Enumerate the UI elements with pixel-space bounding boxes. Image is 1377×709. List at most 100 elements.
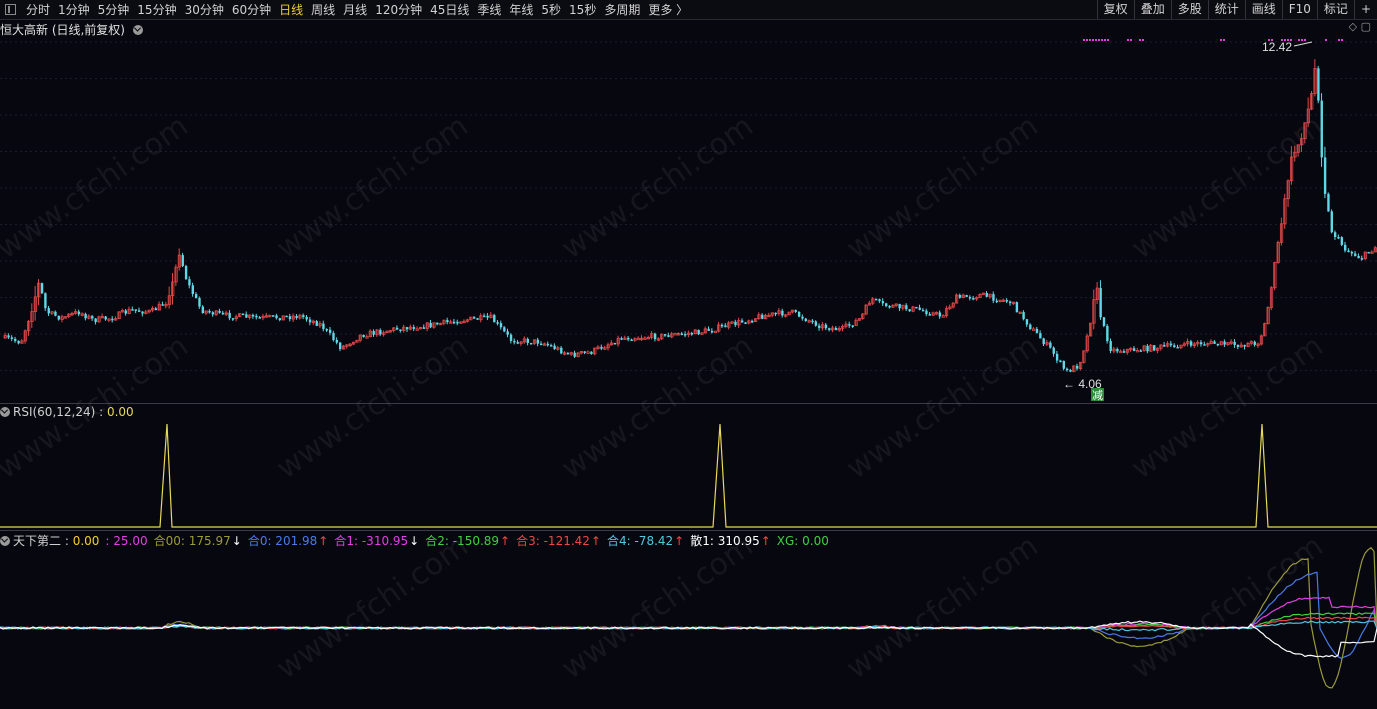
period-tab-1[interactable]: 1分钟 <box>54 1 94 18</box>
candle-body <box>1039 333 1042 339</box>
panel-toggle-icon[interactable] <box>5 4 16 15</box>
candle-body <box>325 329 328 331</box>
toolbar-button-6[interactable]: 标记 <box>1316 0 1354 19</box>
candle-body <box>550 345 553 347</box>
period-tab-2[interactable]: 5分钟 <box>94 1 134 18</box>
candle-body <box>499 323 503 328</box>
candle-body <box>794 310 797 312</box>
toolbar-button-5[interactable]: F10 <box>1281 0 1317 19</box>
candle-body <box>1344 244 1347 251</box>
chevron-down-icon[interactable] <box>0 536 10 546</box>
candle-body <box>1052 347 1055 354</box>
period-tab-7[interactable]: 周线 <box>307 1 339 18</box>
series-he0-line <box>0 571 1377 659</box>
candle-body <box>503 327 506 332</box>
signal-dot <box>1281 39 1283 41</box>
candle-body <box>322 323 325 330</box>
candle-body <box>1022 312 1025 320</box>
right-toolbar: 复权 叠加 多股 统计 画线 F10 标记 + <box>1096 0 1377 19</box>
candle-body <box>1337 236 1340 239</box>
signal-dot <box>1287 39 1289 41</box>
signal-dot <box>1142 39 1144 41</box>
period-tab-3[interactable]: 15分钟 <box>133 1 180 18</box>
candle-body <box>814 321 818 326</box>
candle-body <box>1049 342 1052 348</box>
candle-body <box>1122 351 1126 353</box>
chevron-down-icon[interactable] <box>132 25 143 35</box>
candle-body <box>131 309 134 311</box>
indicator-chart[interactable] <box>0 531 1377 709</box>
candle-body <box>181 255 184 267</box>
candle-body <box>231 318 235 320</box>
period-tab-6[interactable]: 日线 <box>275 1 307 18</box>
candle-body <box>208 310 211 313</box>
period-tab-11[interactable]: 季线 <box>473 1 505 18</box>
period-tab-15[interactable]: 多周期 <box>600 1 644 18</box>
candle-body <box>1132 348 1136 351</box>
toolbar-button-0[interactable]: 复权 <box>1096 0 1134 19</box>
period-tab-4[interactable]: 30分钟 <box>181 1 228 18</box>
candle-body <box>1032 328 1036 331</box>
candle-body <box>915 306 918 309</box>
candle-body <box>1109 341 1112 351</box>
period-tab-14[interactable]: 15秒 <box>565 1 600 18</box>
candle-body <box>941 315 945 318</box>
indicator-name: 天下第二 <box>13 534 62 548</box>
rsi-panel[interactable]: RSI(60,12,24) : 0.00 <box>0 403 1377 530</box>
period-tab-0[interactable]: 分时 <box>22 1 54 18</box>
signal-dot <box>1271 39 1273 41</box>
signal-dot <box>1301 39 1303 41</box>
candle-body <box>824 324 828 329</box>
candle-body <box>1059 360 1062 363</box>
toolbar-button-4[interactable]: 画线 <box>1244 0 1282 19</box>
toolbar-button-7[interactable]: + <box>1353 0 1377 19</box>
period-tab-10[interactable]: 45日线 <box>426 1 473 18</box>
candle-body <box>1360 258 1364 260</box>
panel-layout-icons[interactable]: ◇ ▢ <box>1349 20 1371 33</box>
candle-body <box>526 338 529 344</box>
signal-dot <box>1139 39 1141 41</box>
candle-body <box>630 339 633 342</box>
candle-body <box>811 320 814 323</box>
period-tab-9[interactable]: 120分钟 <box>371 1 426 18</box>
candle-body <box>613 342 617 345</box>
indicator-item-3: 合0: 201.98 <box>247 534 318 548</box>
candle-body <box>1062 360 1065 369</box>
candle-body <box>1176 346 1179 349</box>
candle-body <box>124 310 127 314</box>
candle-body <box>134 309 138 311</box>
period-tab-8[interactable]: 月线 <box>339 1 371 18</box>
candle-body <box>1333 232 1337 237</box>
chevron-down-icon[interactable] <box>0 407 10 417</box>
period-tab-5[interactable]: 60分钟 <box>228 1 275 18</box>
candle-body <box>1243 345 1246 347</box>
candle-body <box>221 312 225 315</box>
period-tab-13[interactable]: 5秒 <box>537 1 565 18</box>
candle-body <box>1042 338 1045 345</box>
candle-body <box>473 317 476 319</box>
kline-chart[interactable]: 12.42← 4.06减 <box>0 20 1377 402</box>
stock-title[interactable]: 恒大高新 (日线,前复权) <box>0 21 146 38</box>
candle-body <box>1025 319 1029 325</box>
toolbar-button-1[interactable]: 叠加 <box>1133 0 1171 19</box>
candle-body <box>362 334 365 337</box>
candle-body <box>908 309 911 312</box>
candle-body <box>302 315 305 317</box>
toolbar-button-2[interactable]: 多股 <box>1170 0 1208 19</box>
indicator-panel[interactable]: 天下第二 : 0.00: 25.00 合00: 175.97↓ 合0: 201.98… <box>0 530 1377 709</box>
period-tab-16[interactable]: 更多 〉 <box>644 1 692 18</box>
candle-body <box>1099 288 1102 318</box>
candle-body <box>332 332 335 340</box>
candle-body <box>553 345 556 350</box>
candle-body <box>94 318 97 322</box>
candle-body <box>1233 341 1236 345</box>
candle-body <box>295 316 298 319</box>
candle-body <box>1009 301 1012 304</box>
candle-body <box>878 299 881 302</box>
toolbar-button-3[interactable]: 统计 <box>1207 0 1245 19</box>
kline-panel[interactable]: 恒大高新 (日线,前复权) 12.42 ← 4.06 减 <box>0 20 1377 402</box>
candle-body <box>315 321 318 326</box>
rsi-chart[interactable] <box>0 404 1377 530</box>
candle-body <box>1357 255 1360 259</box>
period-tab-12[interactable]: 年线 <box>505 1 537 18</box>
